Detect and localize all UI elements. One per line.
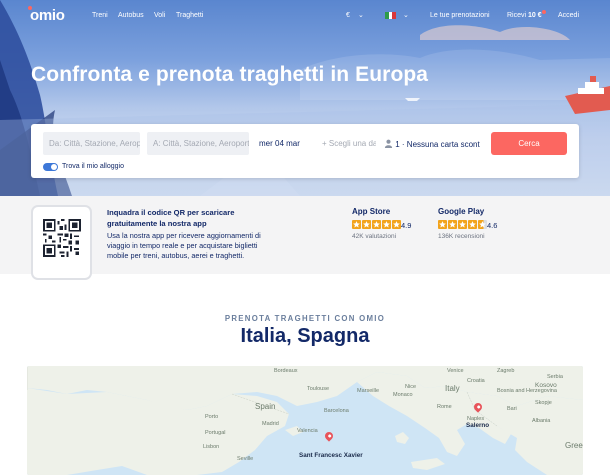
- logo-text: omio: [30, 7, 65, 24]
- app-store-rating: 4.9: [401, 221, 412, 230]
- map-label-zagreb: Zagreb: [497, 368, 515, 374]
- google-play-rating: 4.6: [487, 221, 498, 230]
- page-title: Confronta e prenota traghetti in Europa: [31, 63, 429, 86]
- map-label-portugal: Portugal: [205, 430, 226, 436]
- map-label-nice: Nice: [405, 384, 417, 390]
- to-input[interactable]: A: Città, Stazione, Aeroporto: [147, 132, 249, 155]
- passengers-field[interactable]: 1 · Nessuna carta sconto: [380, 132, 480, 155]
- map-label-lisbon: Lisbon: [203, 444, 220, 450]
- chevron-down-icon: ⌄: [403, 12, 409, 19]
- rewards-prefix: Ricevi: [507, 12, 527, 19]
- section-eyebrow: PRENOTA TRAGHETTI CON OMIO: [224, 314, 386, 323]
- currency-selector[interactable]: €: [346, 12, 350, 19]
- map-label-toulouse: Toulouse: [307, 386, 330, 392]
- map-label-skopje: Skopje: [535, 400, 552, 406]
- star-icon: [352, 220, 361, 229]
- star-icon: [382, 220, 391, 229]
- star-icon: [468, 220, 477, 229]
- accommodation-toggle[interactable]: [43, 163, 58, 171]
- person-icon: [384, 139, 393, 148]
- ferry-routes-map[interactable]: Bordeaux Toulouse Marseille Nice Monaco …: [27, 366, 583, 475]
- omio-logo[interactable]: omio: [28, 6, 65, 24]
- map-label-rome: Rome: [437, 404, 452, 410]
- star-icon: [362, 220, 371, 229]
- from-input[interactable]: Da: Città, Stazione, Aeroporto: [43, 132, 140, 155]
- top-navigation: omio Treni Autobus Voli Traghetti € ⌄ ⌄ …: [0, 0, 610, 32]
- star-icon: [372, 220, 381, 229]
- italy-flag-icon[interactable]: [385, 12, 397, 19]
- half-star-icon: [478, 220, 487, 229]
- map-label-albania: Albania: [532, 418, 551, 424]
- nav-link-buses[interactable]: Autobus: [118, 12, 144, 19]
- google-play-reviews: 136K recensioni: [438, 233, 485, 240]
- map-label-venice: Venice: [447, 368, 464, 374]
- map-label-bordeaux: Bordeaux: [274, 368, 298, 374]
- departure-date-field[interactable]: mer 04 mar: [253, 132, 313, 155]
- map-label-valencia: Valencia: [297, 428, 318, 434]
- return-date-field[interactable]: + Scegli una data: [316, 132, 376, 155]
- map-label-barcelona: Barcelona: [324, 408, 349, 414]
- section-title: Italia, Spagna: [240, 325, 370, 347]
- rewards-link[interactable]: Ricevi 10 €: [507, 12, 542, 19]
- google-play-name[interactable]: Google Play: [438, 207, 484, 216]
- nav-link-flights[interactable]: Voli: [154, 12, 165, 19]
- star-icon: [458, 220, 467, 229]
- map-label-bari: Bari: [507, 406, 517, 412]
- app-store-rating-stars: [352, 220, 401, 229]
- my-bookings-link[interactable]: Le tue prenotazioni: [430, 12, 490, 19]
- rewards-amount: 10 €: [528, 12, 542, 19]
- map-label-italy: Italy: [445, 384, 460, 393]
- search-button[interactable]: Cerca: [491, 132, 567, 155]
- app-promo-text: Usa la nostra app per ricevere aggiornam…: [107, 231, 261, 260]
- map-label-marseille: Marseille: [357, 388, 380, 394]
- phone-illustration: [31, 205, 92, 280]
- passengers-label: 1 · Nessuna carta sconto: [395, 140, 480, 149]
- accommodation-toggle-label: Trova il mio alloggio: [62, 163, 124, 170]
- map-pin-label-salerno: Salerno: [466, 422, 490, 429]
- map-label-madrid: Madrid: [262, 421, 279, 427]
- qr-code-icon: [43, 219, 81, 257]
- map-label-croatia: Croatia: [467, 378, 485, 384]
- star-icon: [448, 220, 457, 229]
- map-label-porto: Porto: [205, 414, 219, 420]
- app-store-reviews: 42K valutazioni: [352, 233, 397, 240]
- app-store-name[interactable]: App Store: [352, 207, 390, 216]
- nav-link-trains[interactable]: Treni: [92, 12, 108, 19]
- map-label-kosovo: Kosovo: [535, 382, 557, 389]
- map-label-spain: Spain: [255, 402, 276, 411]
- map-label-greece: Greece: [565, 441, 583, 450]
- toggle-knob: [51, 164, 57, 170]
- notification-dot: [542, 10, 546, 14]
- star-icon: [438, 220, 447, 229]
- search-panel: Da: Città, Stazione, Aeroporto A: Città,…: [31, 124, 579, 178]
- chevron-down-icon: ⌄: [358, 12, 364, 19]
- app-promo-title: Inquadra il codice QR per scaricare grat…: [107, 208, 235, 228]
- logo-dot: [28, 6, 32, 10]
- star-icon: [392, 220, 401, 229]
- google-play-rating-stars: [438, 220, 487, 229]
- map-label-serbia: Serbia: [547, 374, 563, 380]
- login-link[interactable]: Accedi: [558, 12, 579, 19]
- map-label-seville: Seville: [237, 456, 254, 462]
- map-label-monaco: Monaco: [393, 392, 413, 398]
- map-pin-label-sant-francesc-xavier: Sant Francesc Xavier: [299, 452, 363, 459]
- nav-link-ferries[interactable]: Traghetti: [176, 12, 203, 19]
